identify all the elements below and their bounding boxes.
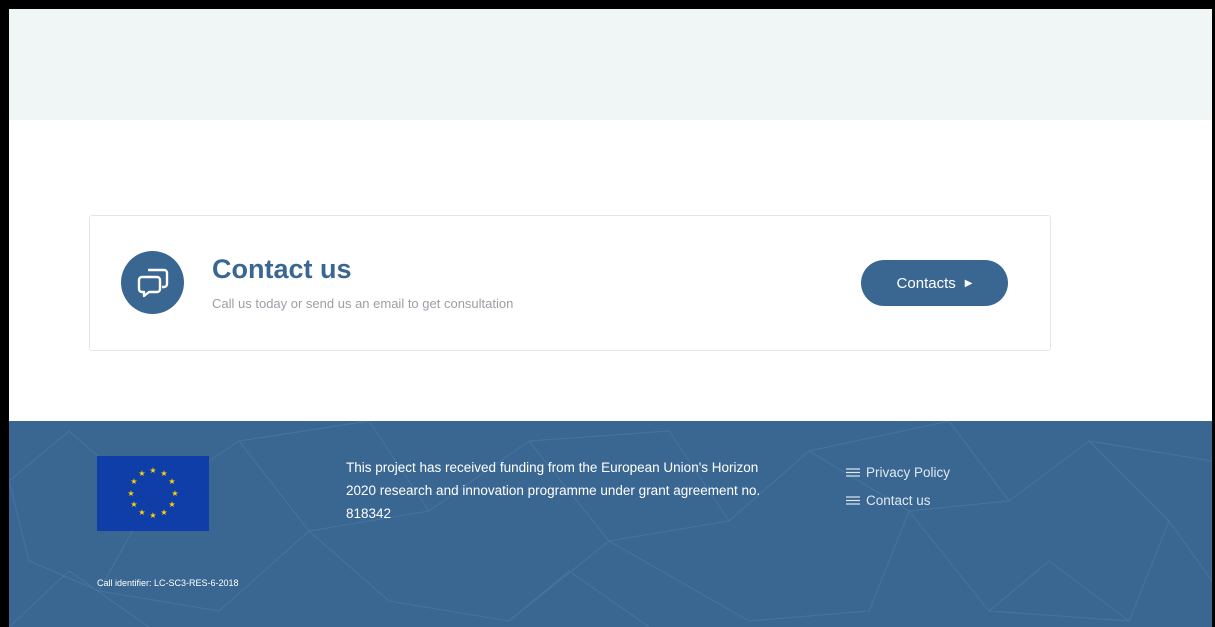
footer-links: Privacy Policy Contact us [846, 458, 950, 514]
caret-right-icon: ▶ [964, 277, 973, 289]
svg-text:★: ★ [127, 489, 134, 498]
eu-flag-icon: ★ ★ ★ ★ ★ ★ ★ ★ ★ ★ ★ ★ [97, 456, 209, 531]
header-band [9, 9, 1212, 120]
svg-text:★: ★ [160, 469, 167, 478]
svg-text:★: ★ [149, 511, 156, 520]
footer-link-label: Privacy Policy [866, 464, 951, 480]
footer-link-label: Contact us [866, 492, 931, 508]
svg-text:★: ★ [149, 466, 156, 475]
contacts-button-label: Contacts [896, 274, 956, 292]
svg-text:★: ★ [130, 500, 137, 509]
menu-lines-icon [846, 493, 860, 508]
svg-text:★: ★ [138, 508, 145, 517]
svg-text:★: ★ [171, 489, 178, 498]
call-identifier: Call identifier: LC-SC3-RES-6-2018 [97, 578, 239, 588]
footer-link-privacy-policy[interactable]: Privacy Policy [846, 458, 950, 486]
footer-link-contact-us[interactable]: Contact us [846, 486, 950, 514]
contact-subtitle: Call us today or send us an email to get… [212, 296, 514, 311]
svg-text:★: ★ [168, 477, 175, 486]
contact-title: Contact us [212, 254, 352, 284]
menu-lines-icon [846, 465, 860, 480]
contacts-button[interactable]: Contacts ▶ [861, 260, 1008, 306]
chat-bubbles-icon [121, 251, 184, 314]
footer: ★ ★ ★ ★ ★ ★ ★ ★ ★ ★ ★ ★ This project has… [9, 421, 1212, 627]
contact-card: Contact us Call us today or send us an e… [89, 215, 1051, 351]
svg-text:★: ★ [138, 469, 145, 478]
svg-text:★: ★ [160, 508, 167, 517]
svg-text:★: ★ [130, 477, 137, 486]
funding-text: This project has received funding from t… [346, 460, 761, 521]
svg-text:★: ★ [168, 500, 175, 509]
